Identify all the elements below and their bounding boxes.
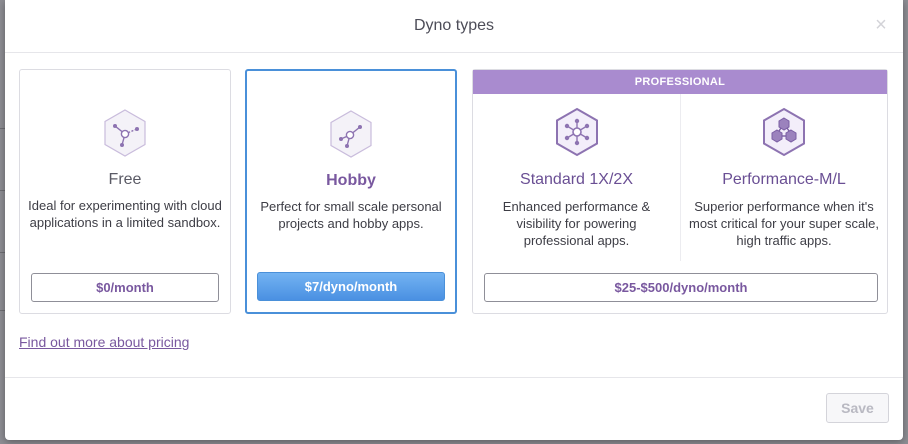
tier-description-standard: Enhanced performance & visibility for po… xyxy=(502,199,651,248)
hub-network-icon xyxy=(555,107,598,157)
single-node-icon xyxy=(104,109,146,157)
cluster-icon xyxy=(763,107,805,157)
hobby-tier-card[interactable]: Hobby Perfect for small scale personal p… xyxy=(245,69,457,314)
pricing-info-link[interactable]: Find out more about pricing xyxy=(19,334,189,350)
professional-price-button[interactable]: $25-$500/dyno/month xyxy=(484,273,878,302)
modal-footer-divider xyxy=(5,377,903,378)
save-button[interactable]: Save xyxy=(826,393,889,423)
close-button[interactable]: × xyxy=(871,15,891,35)
modal-header: Dyno types × xyxy=(5,0,903,53)
tier-name-performance: Performance-M/L xyxy=(722,171,846,188)
dyno-types-modal: Dyno types × Free Ideal for experimentin… xyxy=(5,0,903,440)
tier-description-performance: Superior performance when it's most crit… xyxy=(689,199,880,248)
tier-name-hobby: Hobby xyxy=(326,172,376,189)
node-network-icon xyxy=(330,110,372,158)
modal-title: Dyno types xyxy=(413,17,495,34)
performance-tier[interactable]: Performance-M/L Superior performance whe… xyxy=(681,70,887,270)
tier-name-standard: Standard 1X/2X xyxy=(520,171,633,188)
tier-description-free: Ideal for experimenting with cloud appli… xyxy=(28,198,222,230)
standard-tier[interactable]: Standard 1X/2X Enhanced performance & vi… xyxy=(473,70,680,270)
tier-description-hobby: Perfect for small scale personal project… xyxy=(260,199,442,231)
hobby-price-button[interactable]: $7/dyno/month xyxy=(257,272,445,301)
free-price-button[interactable]: $0/month xyxy=(31,273,219,302)
tier-name-free: Free xyxy=(108,171,142,188)
professional-tier-card[interactable]: PROFESSIONAL Standard 1X/2X Enhanced per… xyxy=(472,69,888,314)
free-tier-card[interactable]: Free Ideal for experimenting with cloud … xyxy=(19,69,231,314)
